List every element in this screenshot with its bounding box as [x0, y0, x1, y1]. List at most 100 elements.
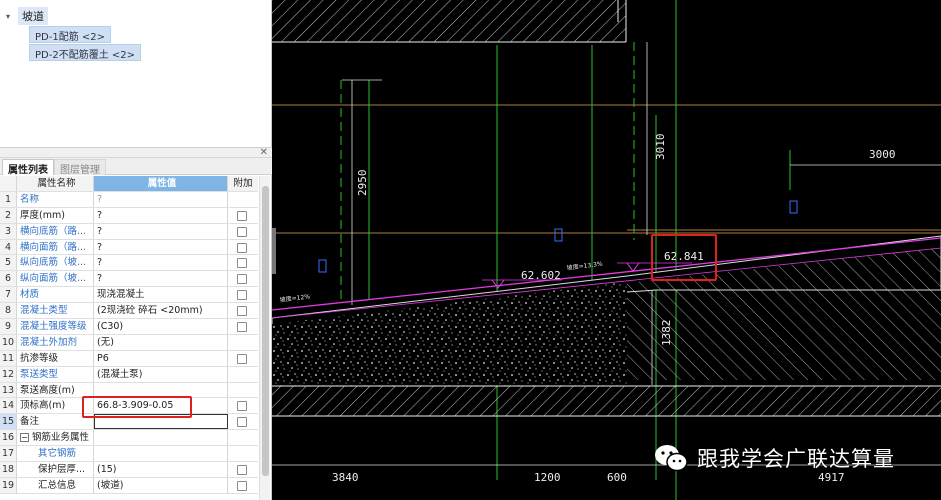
property-value[interactable]: 现浇混凝土: [94, 287, 228, 303]
table-row[interactable]: 5 纵向底筋（坡...?: [0, 255, 258, 272]
property-name: 泵送类型: [18, 366, 94, 382]
slope-label-1: 坡度=13.3%: [566, 260, 603, 272]
table-row[interactable]: 16− 钢筋业务属性: [0, 430, 258, 447]
property-value[interactable]: ?: [94, 239, 228, 255]
elevation-62602: 62.602: [521, 269, 561, 282]
dim-2950: 2950: [356, 170, 369, 197]
table-row[interactable]: 1 名称?: [0, 191, 258, 208]
tab-property-list[interactable]: 属性列表: [2, 159, 54, 176]
header-add: 附加: [233, 178, 253, 189]
tab-layer-management[interactable]: 图层管理: [54, 159, 106, 176]
property-value[interactable]: ?: [94, 223, 228, 239]
table-row[interactable]: 2 厚度(mm)?: [0, 207, 258, 224]
table-row[interactable]: 6 纵向面筋（坡...?: [0, 271, 258, 288]
property-table: 属性名称 属性值 附加 1 名称? 2 厚度(mm)? 3 横向底筋（路...? 4 横向面筋…: [0, 176, 258, 494]
property-value[interactable]: ?: [94, 271, 228, 287]
attach-checkbox[interactable]: [237, 258, 247, 269]
attach-checkbox[interactable]: [237, 274, 247, 285]
property-value[interactable]: (C30): [94, 319, 228, 334]
table-row[interactable]: 11 抗渗等级 P6: [0, 350, 258, 367]
close-icon[interactable]: ✕: [260, 147, 268, 158]
attach-checkbox[interactable]: [237, 417, 247, 428]
property-name-text: 纵向底筋（坡...: [20, 257, 87, 269]
attach-checkbox[interactable]: [237, 401, 247, 412]
table-row[interactable]: 8 混凝土类型 (2现浇砼 碎石 <20mm): [0, 303, 258, 320]
table-row[interactable]: 19 汇总信息 (坡道): [0, 477, 258, 494]
attach-cell: [228, 335, 258, 350]
highlight-box-62841: [651, 234, 717, 281]
row-number: 3: [0, 223, 17, 239]
row-number: 18: [0, 462, 17, 477]
attach-checkbox[interactable]: [237, 290, 247, 301]
attach-cell: [228, 271, 258, 286]
property-value[interactable]: (2现浇砼 碎石 <20mm): [94, 303, 228, 319]
property-name-text: 备注: [20, 416, 40, 428]
caret-down-icon[interactable]: ▾: [6, 12, 16, 21]
property-name-text: 混凝土类型: [20, 305, 68, 317]
collapse-icon[interactable]: −: [20, 433, 29, 443]
table-body: 1 名称? 2 厚度(mm)? 3 横向底筋（路...? 4 横向面筋（路...? 5 纵向底筋（…: [0, 191, 258, 494]
row-number: 2: [0, 207, 17, 223]
table-row[interactable]: 17 其它钢筋: [0, 446, 258, 463]
cad-canvas[interactable]: 2950 3010 3000 1382 3840 1200 600 4917 6…: [272, 0, 941, 500]
canvas-resize-handle[interactable]: [272, 228, 276, 274]
property-value[interactable]: (坡道): [94, 477, 228, 493]
property-name: 其它钢筋: [18, 446, 94, 462]
property-value[interactable]: ?: [94, 255, 228, 271]
row-number: 12: [0, 366, 17, 382]
scroll-thumb[interactable]: [262, 186, 269, 476]
tree-item-pd1[interactable]: PD-1配筋 <2>: [29, 26, 111, 43]
attach-checkbox[interactable]: [237, 210, 247, 221]
cad-drawing: 2950 3010 3000 1382 3840 1200 600 4917 6…: [272, 0, 941, 500]
property-value[interactable]: ?: [94, 191, 228, 207]
tree-item-pd2[interactable]: PD-2不配筋覆土 <2>: [29, 44, 141, 61]
property-value[interactable]: (无): [94, 334, 228, 350]
attach-cell: [228, 383, 258, 398]
tree-root[interactable]: ▾ 坡道: [6, 7, 48, 25]
property-name: 混凝土强度等级: [18, 319, 94, 334]
row-number: 5: [0, 255, 17, 271]
dim-1200: 1200: [534, 471, 561, 484]
attach-checkbox[interactable]: [237, 480, 247, 491]
property-value[interactable]: [94, 446, 228, 462]
table-row[interactable]: 3 横向底筋（路...?: [0, 223, 258, 240]
property-name-text: 混凝土外加剂: [20, 336, 78, 348]
row-number: 14: [0, 398, 17, 414]
table-row[interactable]: 12 泵送类型 (混凝土泵): [0, 366, 258, 383]
property-tabs: 属性列表 图层管理: [0, 158, 272, 176]
table-row[interactable]: 9 混凝土强度等级 (C30): [0, 319, 258, 335]
row-number: 15: [0, 414, 17, 430]
property-value[interactable]: ?: [94, 207, 228, 223]
property-value[interactable]: [94, 430, 228, 446]
attach-checkbox[interactable]: [237, 226, 247, 237]
attach-cell: [228, 287, 258, 302]
property-name-text: 其它钢筋: [38, 448, 77, 460]
table-row[interactable]: 10 混凝土外加剂 (无): [0, 334, 258, 351]
header-value: 属性值: [94, 176, 228, 191]
property-value[interactable]: (混凝土泵): [94, 366, 228, 382]
attach-cell: [228, 367, 258, 382]
row-number: 8: [0, 303, 17, 319]
attach-checkbox[interactable]: [237, 242, 247, 253]
attach-checkbox[interactable]: [237, 322, 247, 333]
attach-checkbox[interactable]: [237, 306, 247, 317]
attach-checkbox[interactable]: [237, 353, 247, 364]
attach-checkbox[interactable]: [237, 465, 247, 476]
property-value[interactable]: P6: [94, 350, 228, 366]
property-name-text: 钢筋业务属性: [32, 432, 90, 444]
table-header: 属性名称 属性值 附加: [0, 176, 258, 192]
property-name-text: 泵送高度(m): [20, 384, 75, 396]
attach-cell: [228, 303, 258, 318]
table-row[interactable]: 4 横向面筋（路...?: [0, 239, 258, 256]
panel-splitter[interactable]: ✕: [0, 147, 272, 158]
property-name: 纵向底筋（坡...: [18, 255, 94, 271]
table-row[interactable]: 18 保护层厚... (15): [0, 462, 258, 478]
property-name: 纵向面筋（坡...: [18, 271, 94, 287]
row-number: 6: [0, 271, 17, 287]
table-row[interactable]: 7 材质 现浇混凝土: [0, 287, 258, 304]
property-name-text: 名称: [20, 193, 40, 205]
property-value[interactable]: (15): [94, 462, 228, 477]
property-name: − 钢筋业务属性: [18, 430, 94, 446]
slope-label-2: 坡度=12%: [279, 292, 310, 304]
vertical-scrollbar[interactable]: [259, 176, 270, 500]
